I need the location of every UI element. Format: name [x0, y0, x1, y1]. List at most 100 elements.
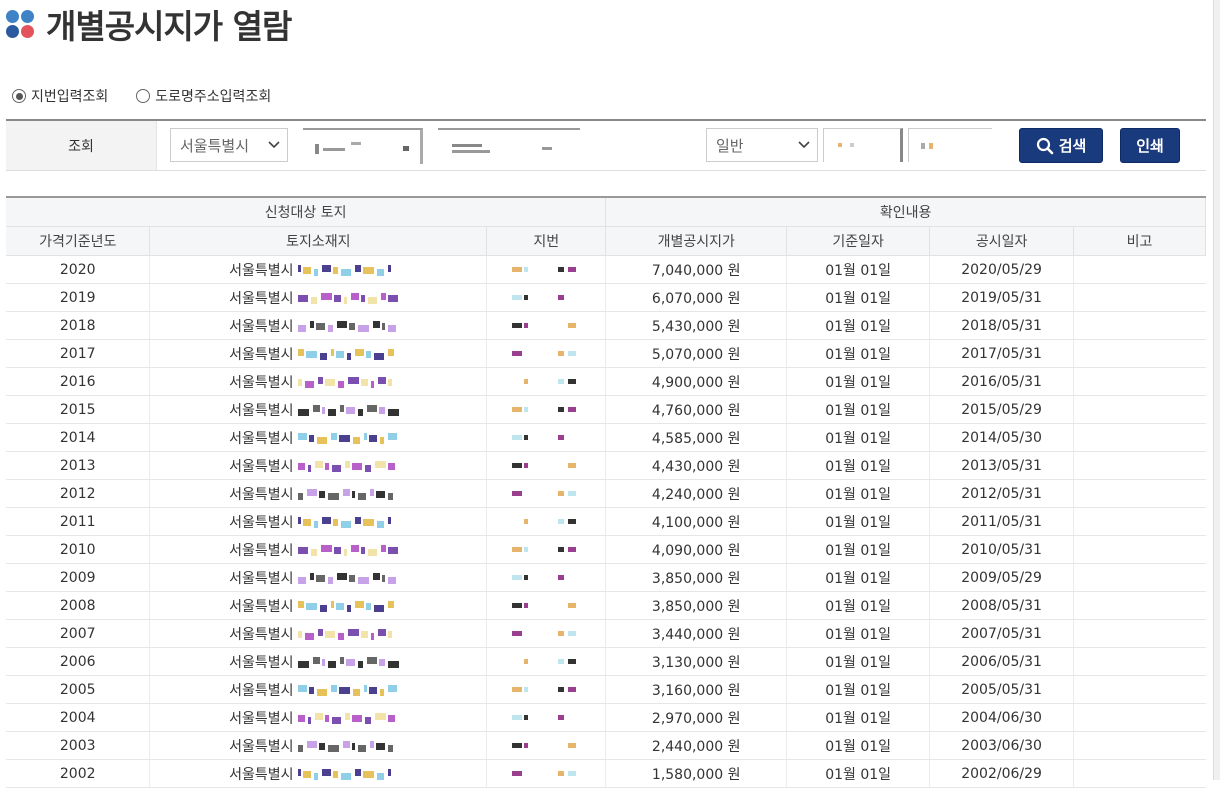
redacted-jibun — [506, 291, 586, 305]
bubun-input[interactable] — [908, 128, 992, 162]
cell-price: 1,580,000 원 — [605, 759, 787, 788]
table-row[interactable]: 2004 서울특별시 2,970,000 원 01월 01일 2004/06/30 — [6, 703, 1206, 732]
table-row[interactable]: 2012 서울특별시 4,240,000 원 01월 01일 2012/05/31 — [6, 479, 1206, 508]
cell-jibun-redacted — [486, 255, 606, 284]
cell-year: 2018 — [6, 311, 150, 340]
cell-location: 서울특별시 — [149, 703, 487, 732]
cell-base-date: 01월 01일 — [786, 311, 930, 340]
cell-announce-date: 2015/05/29 — [929, 395, 1074, 424]
cell-note — [1073, 395, 1206, 424]
redacted-address — [297, 571, 408, 585]
redacted-address — [297, 739, 408, 753]
search-button[interactable]: 검색 — [1019, 128, 1103, 163]
table-row[interactable]: 2005 서울특별시 3,160,000 원 01월 01일 2005/05/31 — [6, 675, 1206, 704]
redacted-address — [297, 767, 408, 781]
cell-base-date: 01월 01일 — [786, 423, 930, 452]
search-mode-group: 지번입력조회 도로명주소입력조회 — [12, 86, 299, 106]
cell-location-text: 서울특별시 — [229, 346, 294, 363]
table-row[interactable]: 2011 서울특별시 4,100,000 원 01월 01일 2011/05/31 — [6, 507, 1206, 536]
bonbun-input[interactable] — [823, 128, 903, 162]
cell-location-text: 서울특별시 — [229, 766, 294, 783]
table-row[interactable]: 2014 서울특별시 4,585,000 원 01월 01일 2014/05/30 — [6, 423, 1206, 452]
search-icon — [1036, 137, 1053, 154]
redacted-jibun — [506, 487, 586, 501]
cell-location-text: 서울특별시 — [229, 626, 294, 643]
table-row[interactable]: 2003 서울특별시 2,440,000 원 01월 01일 2003/06/30 — [6, 731, 1206, 760]
cell-jibun-redacted — [486, 591, 606, 620]
cell-announce-date: 2016/05/31 — [929, 367, 1074, 396]
cell-location: 서울특별시 — [149, 507, 487, 536]
table-row[interactable]: 2008 서울특별시 3,850,000 원 01월 01일 2008/05/31 — [6, 591, 1206, 620]
cell-location-text: 서울특별시 — [229, 542, 294, 559]
radio-unselected-icon[interactable] — [136, 89, 151, 103]
cell-location: 서울특별시 — [149, 255, 487, 284]
redacted-jibun — [506, 515, 586, 529]
redacted-jibun — [506, 431, 586, 445]
chevron-down-icon — [268, 141, 280, 149]
cell-announce-date: 2019/05/31 — [929, 283, 1074, 312]
cell-jibun-redacted — [486, 423, 606, 452]
radio-jibun-search[interactable]: 지번입력조회 — [12, 86, 108, 106]
cell-announce-date: 2012/05/31 — [929, 479, 1074, 508]
cell-jibun-redacted — [486, 647, 606, 676]
land-type-select[interactable]: 일반 — [706, 128, 818, 162]
cell-announce-date: 2011/05/31 — [929, 507, 1074, 536]
radio-road-address-search[interactable]: 도로명주소입력조회 — [136, 86, 271, 106]
table-row[interactable]: 2015 서울특별시 4,760,000 원 01월 01일 2015/05/29 — [6, 395, 1206, 424]
cell-year: 2007 — [6, 619, 150, 648]
cell-base-date: 01월 01일 — [786, 479, 930, 508]
table-row[interactable]: 2013 서울특별시 4,430,000 원 01월 01일 2013/05/31 — [6, 451, 1206, 480]
table-row[interactable]: 2007 서울특별시 3,440,000 원 01월 01일 2007/05/31 — [6, 619, 1206, 648]
cell-base-date: 01월 01일 — [786, 647, 930, 676]
cell-year: 2005 — [6, 675, 150, 704]
radio-road-address-label: 도로명주소입력조회 — [155, 89, 272, 105]
cell-location-text: 서울특별시 — [229, 486, 294, 503]
table-row[interactable]: 2009 서울특별시 3,850,000 원 01월 01일 2009/05/29 — [6, 563, 1206, 592]
cell-note — [1073, 759, 1206, 788]
cell-jibun-redacted — [486, 731, 606, 760]
cell-location-text: 서울특별시 — [229, 430, 294, 447]
table-row[interactable]: 2017 서울특별시 5,070,000 원 01월 01일 2017/05/31 — [6, 339, 1206, 368]
redacted-jibun — [506, 543, 586, 557]
land-type-select-value: 일반 — [716, 136, 744, 155]
table-row[interactable]: 2018 서울특별시 5,430,000 원 01월 01일 2018/05/31 — [6, 311, 1206, 340]
col-header-location: 토지소재지 — [149, 226, 488, 256]
table-row[interactable]: 2019 서울특별시 6,070,000 원 01월 01일 2019/05/31 — [6, 283, 1206, 312]
cell-note — [1073, 507, 1206, 536]
sido-select[interactable]: 서울특별시 — [170, 128, 288, 162]
logo-dots-icon — [6, 9, 36, 39]
cell-base-date: 01월 01일 — [786, 283, 930, 312]
search-button-label: 검색 — [1058, 137, 1087, 155]
table-row[interactable]: 2002 서울특별시 1,580,000 원 01월 01일 2002/06/29 — [6, 759, 1206, 788]
table-row[interactable]: 2010 서울특별시 4,090,000 원 01월 01일 2010/05/31 — [6, 535, 1206, 564]
table-row[interactable]: 2006 서울특별시 3,130,000 원 01월 01일 2006/05/31 — [6, 647, 1206, 676]
cell-jibun-redacted — [486, 675, 606, 704]
table-row[interactable]: 2016 서울특별시 4,900,000 원 01월 01일 2016/05/31 — [6, 367, 1206, 396]
cell-jibun-redacted — [486, 703, 606, 732]
table-row[interactable]: 2020 서울특별시 7,040,000 원 01월 01일 2020/05/29 — [6, 255, 1206, 284]
cell-location: 서울특별시 — [149, 731, 487, 760]
redacted-jibun — [506, 711, 586, 725]
cell-jibun-redacted — [486, 759, 606, 788]
cell-note — [1073, 563, 1206, 592]
cell-jibun-redacted — [486, 479, 606, 508]
cell-base-date: 01월 01일 — [786, 591, 930, 620]
print-button[interactable]: 인쇄 — [1120, 128, 1180, 163]
page-scrollbar[interactable] — [1213, 0, 1220, 780]
cell-year: 2008 — [6, 591, 150, 620]
cell-price: 7,040,000 원 — [605, 255, 787, 284]
redacted-address — [297, 711, 408, 725]
cell-price: 4,430,000 원 — [605, 451, 787, 480]
cell-jibun-redacted — [486, 535, 606, 564]
cell-location: 서울특별시 — [149, 283, 487, 312]
col-header-price: 개별공시지가 — [605, 226, 788, 256]
cell-jibun-redacted — [486, 283, 606, 312]
cell-location: 서울특별시 — [149, 563, 487, 592]
cell-location: 서울특별시 — [149, 367, 487, 396]
cell-note — [1073, 255, 1206, 284]
cell-jibun-redacted — [486, 395, 606, 424]
cell-price: 5,070,000 원 — [605, 339, 787, 368]
radio-selected-icon[interactable] — [12, 89, 26, 103]
dong-select-redacted[interactable] — [438, 128, 580, 164]
sigungu-select-redacted[interactable] — [303, 128, 423, 164]
